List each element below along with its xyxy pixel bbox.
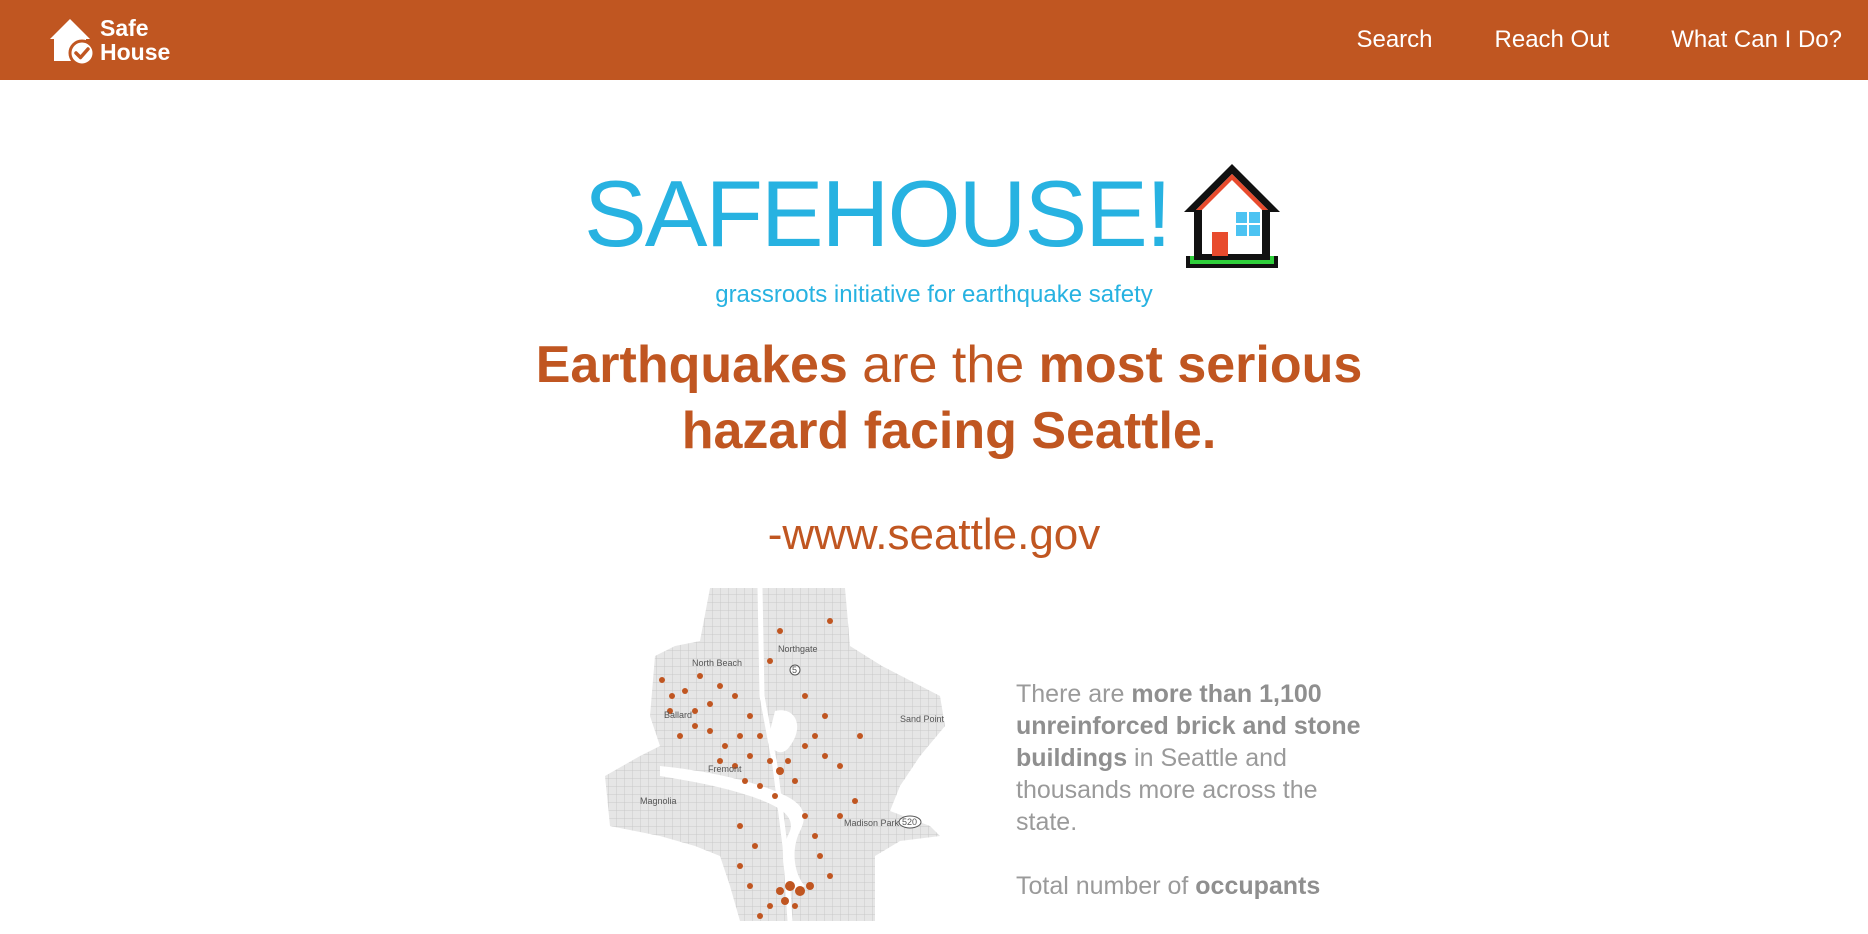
stats-p2-text-a: Total number of [1016,872,1196,900]
map-label-northgate: Northgate [778,644,818,654]
headline-part1: Earthquakes [535,336,848,394]
hero-title-text: SAFEHOUSE! [584,161,1172,266]
map-label-magnolia: Magnolia [640,796,677,806]
nav-link-what-can-i-do[interactable]: What Can I Do? [1671,26,1842,54]
headline-part4: hazard facing Seattle. [681,402,1217,460]
stats-p1-text-a: There are [1016,680,1132,708]
map-label-520: 520 [902,817,917,827]
house-emoji-icon [1183,164,1280,268]
logo-text: Safe House [100,16,170,64]
map-label-i5: 5 [792,665,797,675]
logo[interactable]: Safe House [46,12,186,68]
route-520-shield-icon: 520 [898,815,922,829]
map-label-north-beach: North Beach [692,658,742,668]
interstate-5-shield-icon: 5 [789,664,801,676]
navbar: Safe House Search Reach Out What Can I D… [0,0,1868,80]
logo-line2: House [100,39,171,65]
headline-part3: most serious [1038,336,1363,394]
tagline: grassroots initiative for earthquake saf… [715,281,1153,308]
stats-paragraph-1: There are more than 1,100 unreinforced b… [1016,678,1376,838]
map-label-fremont: Fremont [708,764,742,774]
map-label-sand-point: Sand Point [900,714,945,724]
map-label-madison-park: Madison Park [844,818,900,828]
seattle-map: Northgate North Beach Ballard Sand Point… [605,587,945,921]
headline: Earthquakes are the most serious hazard … [434,332,1464,464]
source-citation: -www.seattle.gov [767,510,1101,559]
stats-p2-bold: occupants [1195,872,1321,900]
house-check-icon [50,19,96,67]
nav-links: Search Reach Out What Can I Do? [1294,0,1842,80]
logo-line1: Safe [100,15,149,41]
nav-link-search[interactable]: Search [1356,26,1432,54]
headline-part2: are the [847,336,1039,394]
nav-link-reach-out[interactable]: Reach Out [1495,26,1610,54]
map-label-ballard: Ballard [664,710,692,720]
stats-paragraph-2: Total number of occupants [1016,870,1376,902]
hero-title: SAFEHOUSE! [0,160,1868,268]
stats-text: There are more than 1,100 unreinforced b… [1016,678,1376,934]
